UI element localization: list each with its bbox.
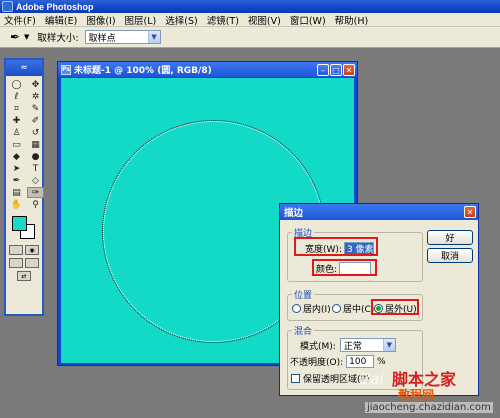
feather-icon: ≈ <box>6 60 42 76</box>
menu-filter[interactable]: 滤镜(T) <box>207 13 239 27</box>
path-select-tool-icon[interactable]: ➤ <box>8 163 25 174</box>
opacity-unit: % <box>377 356 386 367</box>
watermark-baidu: Bai <box>360 370 384 388</box>
pen-tool-icon[interactable]: ✒ <box>8 175 25 186</box>
menu-view[interactable]: 视图(V) <box>248 13 281 27</box>
opacity-label: 不透明度(O): <box>290 358 344 368</box>
quickmask-mode-icon[interactable]: ◉ <box>25 245 39 255</box>
sample-size-label: 取样大小: <box>37 33 79 44</box>
menu-help[interactable]: 帮助(H) <box>335 13 369 27</box>
blend-group-title: 混合 <box>292 324 315 337</box>
mode-value: 正常 <box>343 341 362 352</box>
document-titlebar: Ps 未标题-1 @ 100% (圆, RGB/8) <box>58 62 357 77</box>
shape-tool-icon[interactable]: ◇ <box>27 175 44 186</box>
opacity-field[interactable]: 100 <box>346 355 375 368</box>
zoom-tool-icon[interactable]: ⚲ <box>27 199 44 210</box>
pos-center-radio[interactable] <box>332 304 341 313</box>
screen-mode-row <box>6 255 42 268</box>
hand-tool-icon[interactable]: ✋ <box>8 199 25 210</box>
sample-size-select[interactable]: 取样点 ▼ <box>84 30 161 44</box>
type-tool-icon[interactable]: T <box>27 163 44 174</box>
healing-tool-icon[interactable]: ✚ <box>8 115 25 126</box>
preserve-transparency-checkbox[interactable] <box>291 374 300 383</box>
opacity-row: 不透明度(O): 100 % <box>290 355 386 368</box>
tool-grid: ◯ ✥ ℓ ✲ ⌗ ✎ ✚ ✐ ♙ ↺ ▭ ▦ ◆ ● ➤ T ✒ ◇ ▤ ✑ … <box>6 76 44 210</box>
screen-mode-full-icon[interactable] <box>25 258 39 268</box>
app-titlebar: Adobe Photoshop <box>0 0 500 13</box>
mask-mode-row: ◉ <box>6 242 42 255</box>
gradient-tool-icon[interactable]: ▦ <box>27 139 44 150</box>
options-bar: ✒ ▼ 取样大小: 取样点 ▼ <box>0 27 500 48</box>
screen-mode-standard-icon[interactable] <box>9 258 23 268</box>
document-title: 未标题-1 @ 100% (圆, RGB/8) <box>74 66 212 76</box>
preserve-transparency-row[interactable]: 保留透明区域(P) <box>291 372 369 385</box>
brush-tool-icon[interactable]: ✐ <box>27 115 44 126</box>
crop-tool-icon[interactable]: ⌗ <box>8 103 25 114</box>
menu-select[interactable]: 选择(S) <box>165 13 197 27</box>
magic-wand-tool-icon[interactable]: ✲ <box>27 91 44 102</box>
sample-size-value: 取样点 <box>88 33 116 44</box>
menu-image[interactable]: 图像(I) <box>86 13 115 27</box>
tool-preset-caret-icon[interactable]: ▼ <box>24 33 29 41</box>
stroke-dialog-titlebar: 描边 ✕ <box>280 204 478 220</box>
document-icon: Ps <box>61 64 71 75</box>
toolbox: ≈ ◯ ✥ ℓ ✲ ⌗ ✎ ✚ ✐ ♙ ↺ ▭ ▦ ◆ ● ➤ T ✒ ◇ ▤ … <box>4 58 44 316</box>
highlight-outside <box>371 299 419 315</box>
chevron-down-icon: ▼ <box>147 31 160 43</box>
minimize-icon[interactable]: – <box>317 64 329 76</box>
pos-inside-label: 居内(I) <box>303 305 331 315</box>
document-window-buttons: – □ ✕ <box>317 64 355 76</box>
slice-tool-icon[interactable]: ✎ <box>27 103 44 114</box>
mode-label: 模式(M): <box>300 341 336 352</box>
foreground-color-swatch[interactable] <box>12 216 27 231</box>
menu-window[interactable]: 窗口(W) <box>290 13 326 27</box>
jump-row: ⇄ <box>6 268 42 281</box>
cancel-button[interactable]: 取消 <box>427 248 473 263</box>
stroke-dialog-title: 描边 <box>284 208 304 219</box>
move-tool-icon[interactable]: ✥ <box>27 79 44 90</box>
pos-center-option[interactable]: 居中(C) <box>332 302 374 315</box>
menu-edit[interactable]: 编辑(E) <box>45 13 77 27</box>
maximize-icon[interactable]: □ <box>330 64 342 76</box>
stamp-tool-icon[interactable]: ♙ <box>8 127 25 138</box>
lasso-tool-icon[interactable]: ℓ <box>8 91 25 102</box>
blur-tool-icon[interactable]: ◆ <box>8 151 25 162</box>
chevron-down-icon: ▼ <box>382 339 395 351</box>
dodge-tool-icon[interactable]: ● <box>27 151 44 162</box>
menu-bar: 文件(F) 编辑(E) 图像(I) 图层(L) 选择(S) 滤镜(T) 视图(V… <box>0 13 500 27</box>
imageready-icon[interactable]: ⇄ <box>17 271 31 281</box>
app-title: Adobe Photoshop <box>16 1 94 12</box>
color-swatches <box>8 214 40 242</box>
mode-select[interactable]: 正常 ▼ <box>339 338 396 352</box>
eyedropper-tool-icon[interactable]: ✑ <box>27 187 44 198</box>
dialog-close-icon[interactable]: ✕ <box>464 206 476 218</box>
ok-button[interactable]: 好 <box>427 230 473 245</box>
position-group-title: 位置 <box>292 288 315 301</box>
history-brush-tool-icon[interactable]: ↺ <box>27 127 44 138</box>
watermark-url: jiaocheng.chazidian.com <box>365 402 493 413</box>
pos-inside-option[interactable]: 居内(I) <box>292 302 331 315</box>
pos-inside-radio[interactable] <box>292 304 301 313</box>
menu-layer[interactable]: 图层(L) <box>125 13 157 27</box>
eraser-tool-icon[interactable]: ▭ <box>8 139 25 150</box>
photoshop-icon <box>2 1 13 12</box>
highlight-color <box>312 259 377 276</box>
eyedropper-icon[interactable]: ✒ <box>6 29 24 45</box>
watermark-site-cn2: 教程网 <box>398 388 435 402</box>
notes-tool-icon[interactable]: ▤ <box>8 187 25 198</box>
marquee-tool-icon[interactable]: ◯ <box>8 79 25 90</box>
menu-file[interactable]: 文件(F) <box>4 13 36 27</box>
mode-row: 模式(M): 正常 ▼ <box>300 338 396 352</box>
highlight-width <box>294 237 378 256</box>
pos-center-label: 居中(C) <box>343 305 375 315</box>
standard-mode-icon[interactable] <box>9 245 23 255</box>
close-icon[interactable]: ✕ <box>343 64 355 76</box>
